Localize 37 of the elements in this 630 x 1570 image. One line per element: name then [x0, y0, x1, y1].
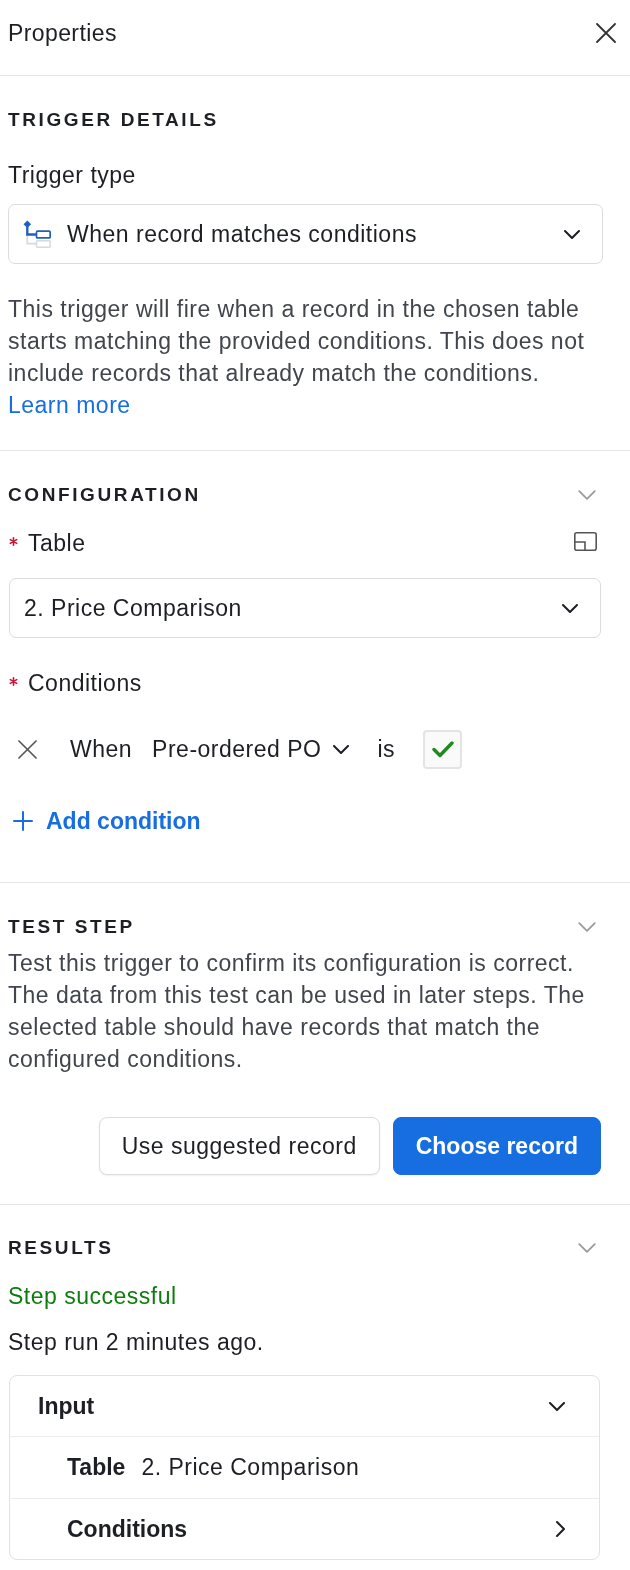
input-card-header[interactable]: Input [10, 1376, 599, 1436]
record-flow-icon [23, 220, 51, 248]
status-text: Step successful [8, 1283, 177, 1309]
section-heading: TEST STEP [8, 915, 135, 939]
chevron-icon[interactable] [549, 1401, 565, 1411]
action-button[interactable]: Choose record [392, 1117, 601, 1175]
close-icon[interactable] [596, 23, 616, 43]
chevron-icon[interactable] [562, 603, 578, 613]
operator-text: is [377, 735, 396, 764]
panel-title: Properties [8, 19, 117, 48]
field-label: Table [28, 529, 86, 558]
add-condition-button[interactable]: Add condition [13, 805, 201, 837]
field-label: Conditions [28, 669, 142, 698]
section-heading: CONFIGURATION [8, 483, 201, 507]
field-value: 2. Price Comparison [141, 1454, 360, 1481]
chevron-icon[interactable] [333, 744, 350, 754]
field-label: Trigger type [8, 161, 136, 190]
description-text: Test this trigger to confirm its configuration is correct. The data from this test can be used in later steps. The selected table should have records that match the configured conditions. [8, 950, 585, 1072]
field-dropdown[interactable]: Pre-ordered PO [152, 733, 350, 765]
close-icon[interactable] [18, 739, 37, 759]
section-heading: TRIGGER DETAILS [8, 108, 219, 132]
action-button[interactable]: Use suggested record [98, 1117, 380, 1175]
expandable-row[interactable]: Conditions [10, 1498, 599, 1559]
learn-more-link[interactable]: Learn more [8, 392, 131, 418]
section-heading: RESULTS [8, 1236, 114, 1260]
chevron-icon[interactable] [556, 1521, 565, 1537]
run-time-text: Step run 2 minutes ago. [8, 1329, 264, 1355]
plus-icon [13, 811, 33, 831]
field-label: Table [67, 1454, 126, 1481]
check-icon [431, 740, 454, 758]
description-text: This trigger will fire when a record in the chosen table starts matching the provided conditions. This does not include records that already match the conditions. [8, 296, 585, 386]
panel-icon[interactable] [574, 532, 597, 551]
trigger-type-dropdown[interactable]: When record matches conditions [8, 204, 603, 264]
value-checkbox[interactable] [423, 729, 463, 769]
condition-prefix: When [70, 735, 133, 764]
chevron-icon[interactable] [564, 229, 580, 239]
table-dropdown[interactable]: 2. Price Comparison [9, 578, 601, 638]
